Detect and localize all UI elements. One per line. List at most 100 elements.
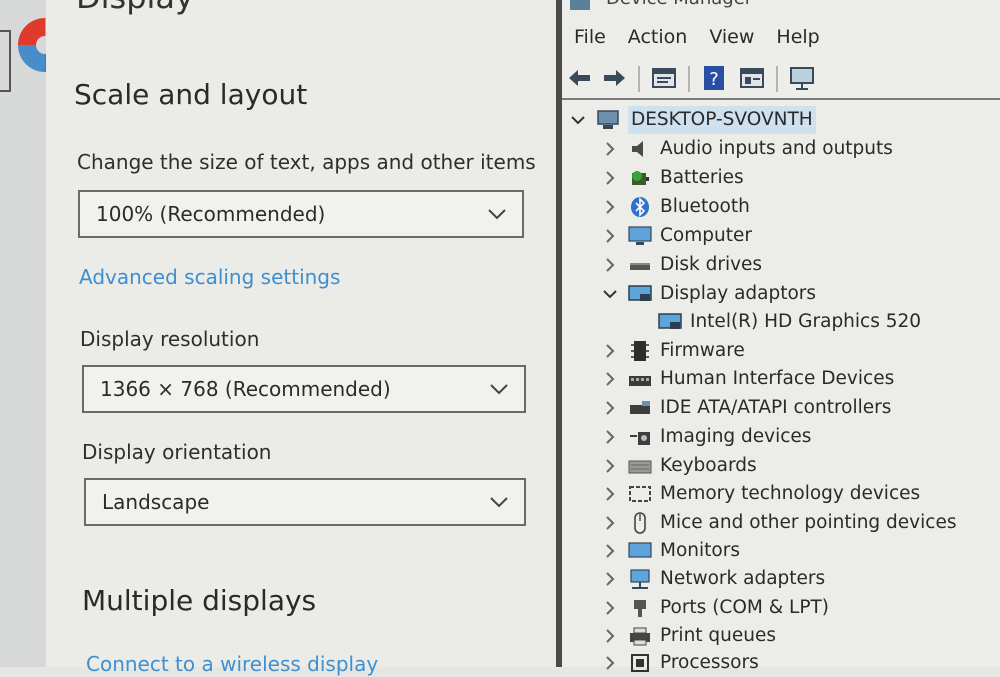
speaker-icon bbox=[632, 141, 643, 157]
view-resources-icon[interactable] bbox=[738, 64, 766, 92]
chevron-right-icon[interactable] bbox=[602, 543, 618, 559]
tree-item-label: Display adaptors bbox=[660, 283, 817, 304]
chevron-right-icon[interactable] bbox=[602, 199, 618, 215]
title-bar: Device Manager bbox=[562, 0, 1000, 16]
processor-icon bbox=[631, 654, 649, 672]
chevron-right-icon[interactable] bbox=[602, 628, 618, 644]
chevron-right-icon[interactable] bbox=[602, 600, 618, 616]
scale-dropdown-value: 100% (Recommended) bbox=[96, 202, 326, 226]
tree-item-mice[interactable]: Mice and other pointing devices bbox=[602, 509, 956, 537]
tree-item-imaging[interactable]: Imaging devices bbox=[602, 423, 811, 451]
mouse-icon bbox=[634, 512, 646, 534]
chevron-down-icon[interactable] bbox=[602, 286, 618, 302]
orientation-dropdown-value: Landscape bbox=[102, 490, 210, 514]
device-manager-window: Device Manager File Action View Help ? D… bbox=[562, 0, 1000, 673]
chevron-right-icon[interactable] bbox=[602, 429, 618, 445]
chevron-right-icon[interactable] bbox=[602, 458, 618, 474]
help-icon[interactable]: ? bbox=[700, 64, 728, 92]
device-manager-icon bbox=[570, 0, 590, 10]
computer-icon bbox=[628, 226, 652, 245]
printer-icon bbox=[630, 627, 650, 646]
firmware-icon bbox=[631, 341, 649, 361]
tree-item-memory[interactable]: Memory technology devices bbox=[602, 480, 920, 508]
tree-item-ports[interactable]: Ports (COM & LPT) bbox=[602, 594, 829, 622]
scale-layout-heading: Scale and layout bbox=[74, 78, 308, 111]
tree-item-keyboards[interactable]: Keyboards bbox=[602, 452, 757, 480]
display-adapter-icon bbox=[658, 313, 682, 329]
chevron-right-icon[interactable] bbox=[602, 228, 618, 244]
properties-icon[interactable] bbox=[650, 64, 678, 92]
chevron-right-icon[interactable] bbox=[602, 400, 618, 416]
tree-item-firmware[interactable]: Firmware bbox=[602, 337, 745, 365]
chevron-right-icon[interactable] bbox=[602, 257, 618, 273]
menu-view[interactable]: View bbox=[709, 22, 754, 52]
tree-item-audio[interactable]: Audio inputs and outputs bbox=[602, 135, 893, 163]
tree-item-label: Intel(R) HD Graphics 520 bbox=[690, 311, 922, 332]
tree-item-label: Computer bbox=[660, 225, 752, 246]
wireless-display-link[interactable]: Connect to a wireless display bbox=[86, 652, 378, 676]
back-arrow-icon[interactable] bbox=[566, 64, 594, 92]
toolbar-separator bbox=[638, 66, 640, 92]
settings-nav-strip bbox=[0, 0, 46, 667]
monitor-scan-icon[interactable] bbox=[788, 64, 816, 92]
tree-item-print-queues[interactable]: Print queues bbox=[602, 622, 776, 650]
tree-item-disk-drives[interactable]: Disk drives bbox=[602, 251, 762, 279]
tree-item-display-adaptors[interactable]: Display adaptors bbox=[602, 280, 816, 308]
tree-item-batteries[interactable]: Batteries bbox=[602, 164, 744, 192]
tree-item-computer[interactable]: Computer bbox=[602, 222, 752, 250]
advanced-scaling-link[interactable]: Advanced scaling settings bbox=[79, 265, 340, 289]
tree-item-label: Audio inputs and outputs bbox=[660, 138, 893, 159]
menu-action[interactable]: Action bbox=[628, 22, 688, 52]
menu-file[interactable]: File bbox=[574, 22, 606, 52]
toolbar-separator bbox=[688, 66, 690, 92]
keyboard-icon bbox=[628, 460, 652, 474]
tree-item-label: Monitors bbox=[660, 540, 740, 561]
resolution-dropdown[interactable]: 1366 × 768 (Recommended) bbox=[82, 365, 526, 413]
disk-drive-icon bbox=[630, 263, 650, 270]
hid-icon bbox=[629, 376, 651, 386]
root-label: DESKTOP-SVOVNTH bbox=[628, 106, 816, 134]
tree-item-label: Mice and other pointing devices bbox=[660, 512, 957, 533]
chevron-right-icon[interactable] bbox=[602, 141, 618, 157]
tree-item-label: Disk drives bbox=[660, 254, 763, 275]
tree-item-label: Ports (COM & LPT) bbox=[660, 597, 830, 618]
forward-arrow-icon[interactable] bbox=[600, 64, 628, 92]
tree-item-processors[interactable]: Processors bbox=[602, 649, 759, 677]
chevron-down-icon bbox=[490, 497, 508, 508]
orientation-label: Display orientation bbox=[82, 440, 272, 464]
chevron-right-icon[interactable] bbox=[602, 343, 618, 359]
tree-item-label: Human Interface Devices bbox=[660, 368, 895, 389]
chevron-right-icon[interactable] bbox=[602, 486, 618, 502]
svg-text:?: ? bbox=[709, 69, 719, 90]
tree-item-label: Print queues bbox=[660, 625, 777, 646]
chevron-right-icon[interactable] bbox=[602, 170, 618, 186]
chevron-right-icon[interactable] bbox=[602, 515, 618, 531]
orientation-dropdown[interactable]: Landscape bbox=[84, 478, 526, 526]
window-title: Device Manager bbox=[606, 0, 752, 9]
tree-item-ide[interactable]: IDE ATA/ATAPI controllers bbox=[602, 394, 891, 422]
chevron-down-icon[interactable] bbox=[570, 112, 586, 128]
battery-icon bbox=[632, 171, 649, 185]
tree-item-label: Bluetooth bbox=[660, 196, 750, 217]
scale-label: Change the size of text, apps and other … bbox=[77, 150, 536, 174]
memory-icon bbox=[629, 486, 651, 502]
monitor-icon bbox=[628, 542, 652, 558]
tree-root[interactable]: DESKTOP-SVOVNTH bbox=[570, 106, 816, 134]
menu-help[interactable]: Help bbox=[776, 22, 819, 52]
ide-controller-icon bbox=[630, 401, 650, 414]
page-title: Display bbox=[76, 0, 194, 16]
resolution-dropdown-value: 1366 × 768 (Recommended) bbox=[100, 377, 391, 401]
tree-item-monitors[interactable]: Monitors bbox=[602, 537, 740, 565]
tree-item-intel-graphics[interactable]: Intel(R) HD Graphics 520 bbox=[658, 308, 921, 336]
scale-dropdown[interactable]: 100% (Recommended) bbox=[78, 190, 524, 238]
chevron-right-icon[interactable] bbox=[602, 655, 618, 671]
display-adapter-icon bbox=[628, 285, 652, 301]
tree-item-label: Processors bbox=[660, 652, 759, 673]
chevron-right-icon[interactable] bbox=[602, 571, 618, 587]
tree-item-hid[interactable]: Human Interface Devices bbox=[602, 365, 894, 393]
tree-item-network[interactable]: Network adapters bbox=[602, 565, 825, 593]
tree-item-label: Memory technology devices bbox=[660, 483, 921, 504]
tree-item-bluetooth[interactable]: Bluetooth bbox=[602, 193, 750, 221]
tree-item-label: Firmware bbox=[660, 340, 745, 361]
chevron-right-icon[interactable] bbox=[602, 371, 618, 387]
